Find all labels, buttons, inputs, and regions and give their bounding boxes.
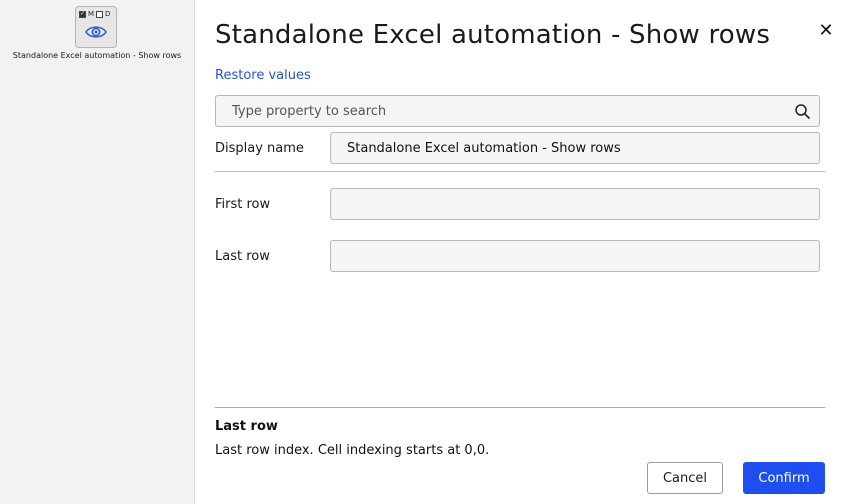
node-label: Standalone Excel automation - Show rows	[12, 51, 182, 60]
last-row-field[interactable]	[330, 240, 820, 272]
help-text: Last row index. Cell indexing starts at …	[215, 443, 490, 458]
section-divider	[215, 171, 825, 172]
display-name-field[interactable]	[330, 132, 820, 164]
help-title: Last row	[215, 419, 278, 434]
search-icon[interactable]	[795, 104, 810, 123]
properties-dialog: Standalone Excel automation - Show rows …	[194, 0, 853, 504]
property-search	[215, 95, 820, 127]
restore-values-link[interactable]: Restore values	[215, 68, 311, 83]
flag-m-label: M	[88, 10, 95, 18]
flag-d-label: D	[105, 10, 111, 18]
help-divider	[215, 407, 825, 408]
flag-m-checkbox[interactable]: ✓	[79, 10, 86, 18]
display-name-label: Display name	[215, 141, 304, 156]
flag-d-checkbox[interactable]	[96, 10, 104, 18]
node-flags: ✓ M D	[79, 10, 113, 18]
confirm-button[interactable]: Confirm	[743, 462, 825, 494]
close-icon[interactable]: ✕	[817, 22, 835, 40]
cancel-button[interactable]: Cancel	[647, 462, 723, 494]
last-row-label: Last row	[215, 249, 270, 264]
eye-icon	[85, 24, 107, 44]
search-input[interactable]	[216, 96, 786, 126]
workflow-canvas: ✓ M D Standalone Excel automation - Show…	[0, 0, 194, 504]
first-row-label: First row	[215, 197, 271, 212]
first-row-field[interactable]	[330, 188, 820, 220]
workflow-node[interactable]: ✓ M D	[75, 6, 117, 48]
dialog-title: Standalone Excel automation - Show rows	[215, 20, 771, 50]
